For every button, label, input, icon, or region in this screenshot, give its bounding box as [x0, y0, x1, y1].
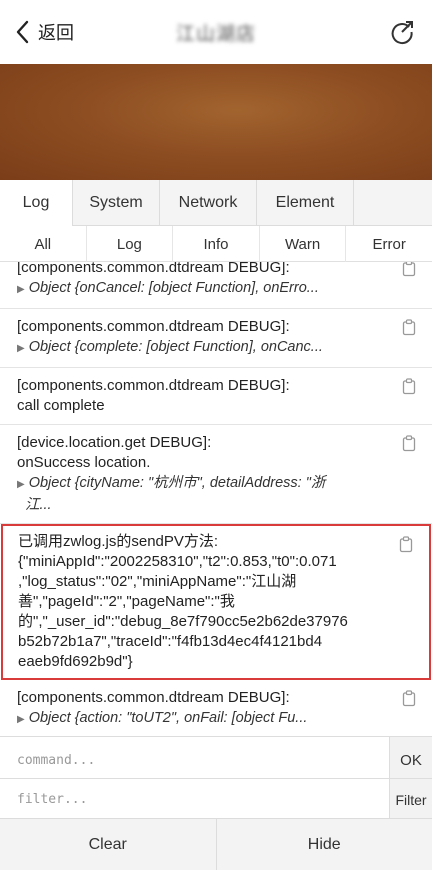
log-object-preview[interactable]: ▶ Object {onCancel: [object Function], on… [17, 278, 384, 300]
expand-caret-icon[interactable]: ▶ [17, 479, 25, 490]
log-entries: [components.common.dtdream DEBUG]: ▶ Objec… [0, 262, 432, 776]
log-line: 的","_user_id":"debug_8e7f790cc5e2b62de37… [18, 613, 348, 630]
expand-caret-icon[interactable]: ▶ [17, 714, 25, 725]
hide-button[interactable]: Hide [217, 819, 432, 870]
filter-all[interactable]: All [0, 226, 87, 262]
log-level-filter: All Log Info Warn Error [0, 226, 432, 262]
log-line: ,"log_status":"02","miniAppName":"江山湖 [18, 573, 297, 590]
tab-log[interactable]: Log [0, 180, 73, 226]
share-icon[interactable] [388, 18, 416, 46]
log-list[interactable]: [components.common.dtdream DEBUG]: ▶ Objec… [0, 262, 432, 786]
log-line: {"miniAppId":"2002258310","t2":0.853,"t0… [18, 553, 337, 570]
log-object-preview[interactable]: ▶ Object {cityName: "杭州市", detailAddress:… [17, 473, 384, 495]
log-line: onSuccess location. [17, 454, 151, 471]
log-object-preview[interactable]: ▶ Object {complete: [object Function], on… [17, 337, 384, 359]
nav-bar: 返回 江山湖店 [0, 0, 432, 64]
copy-icon[interactable] [402, 690, 416, 707]
log-line: eaeb9fd692b9d"} [18, 653, 133, 670]
log-entry: [components.common.dtdream DEBUG]: ▶ Objec… [0, 680, 432, 739]
command-input[interactable]: command... [0, 737, 389, 784]
log-object-text: Object {action: "toUT2", onFail: [object… [28, 710, 308, 726]
log-line: [components.common.dtdream DEBUG]: [17, 689, 290, 706]
copy-icon[interactable] [402, 378, 416, 395]
copy-icon[interactable] [402, 262, 416, 277]
console-tabs: Log System Network Element [0, 180, 432, 226]
log-object-text: Object {complete: [object Function], onC… [28, 339, 323, 355]
copy-icon[interactable] [399, 536, 413, 553]
banner-image [0, 64, 432, 180]
log-line: 已调用zwlog.js的sendPV方法: [18, 533, 219, 550]
expand-caret-icon[interactable]: ▶ [17, 284, 25, 295]
log-line: [components.common.dtdream DEBUG]: [17, 262, 290, 276]
log-object-text: Object {cityName: "杭州市", detailAddress: … [28, 475, 326, 491]
log-line: call complete [17, 397, 105, 414]
filter-info[interactable]: Info [173, 226, 260, 262]
log-entry: 已调用zwlog.js的sendPV方法: {"miniAppId":"20022… [1, 524, 431, 680]
log-line: [device.location.get DEBUG]: [17, 434, 212, 451]
log-object-continuation: 江... [25, 497, 52, 513]
page-title: 江山湖店 [175, 24, 256, 45]
ok-button[interactable]: OK [389, 737, 432, 784]
filter-input[interactable]: filter... [0, 779, 389, 820]
log-object-preview[interactable]: ▶ Object {action: "toUT2", onFail: [objec… [17, 708, 384, 730]
log-line: 善","pageId":"2","pageName":"我 [18, 593, 235, 610]
copy-icon[interactable] [402, 435, 416, 452]
log-entry: [components.common.dtdream DEBUG]: call c… [0, 368, 432, 425]
copy-icon[interactable] [402, 319, 416, 336]
filter-log[interactable]: Log [87, 226, 174, 262]
tab-network[interactable]: Network [160, 180, 257, 226]
bottom-bar: Clear Hide [0, 818, 432, 870]
log-line: b52b72b1a7","traceId":"f4fb13d4ec4f4121b… [18, 633, 323, 650]
log-entry: [device.location.get DEBUG]: onSuccess lo… [0, 425, 432, 524]
filter-warn[interactable]: Warn [260, 226, 347, 262]
tab-element[interactable]: Element [257, 180, 354, 226]
command-bar: command... OK [0, 736, 432, 784]
tab-system[interactable]: System [73, 180, 160, 226]
filter-bar: filter... Filter [0, 778, 432, 820]
log-entry: [components.common.dtdream DEBUG]: ▶ Objec… [0, 309, 432, 368]
filter-error[interactable]: Error [346, 226, 432, 262]
expand-caret-icon[interactable]: ▶ [17, 343, 25, 354]
log-object-text: Object {onCancel: [object Function], onE… [28, 280, 319, 296]
log-line: [components.common.dtdream DEBUG]: [17, 377, 290, 394]
filter-button[interactable]: Filter [389, 779, 432, 820]
log-line: [components.common.dtdream DEBUG]: [17, 318, 290, 335]
log-entry: [components.common.dtdream DEBUG]: ▶ Objec… [0, 262, 432, 309]
clear-button[interactable]: Clear [0, 819, 217, 870]
